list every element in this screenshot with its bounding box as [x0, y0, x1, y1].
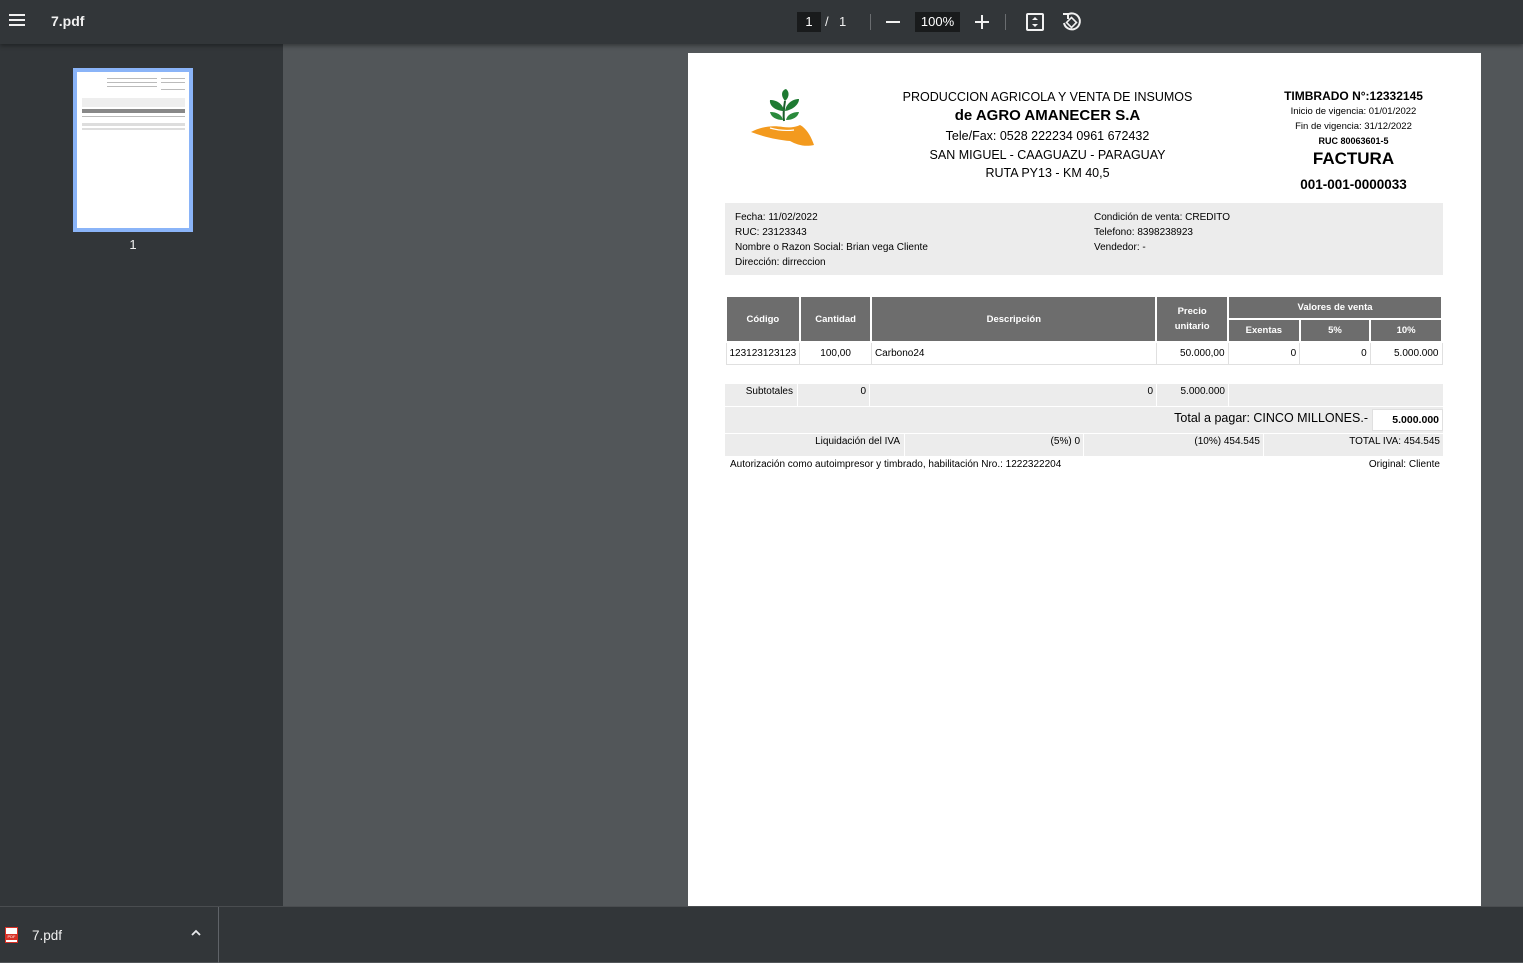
toolbar-divider	[1005, 14, 1006, 30]
chevron-up-icon[interactable]	[188, 925, 204, 941]
iva-label: Liquidación del IVA	[725, 434, 904, 456]
items-table: Código Cantidad Descripción Precio unita…	[725, 295, 1443, 365]
company-activity: PRODUCCION AGRICOLA Y VENTA DE INSUMOS	[902, 90, 1193, 104]
header-codigo: Código	[725, 295, 801, 343]
menu-icon[interactable]	[7, 11, 27, 31]
client-direccion: Dirección: dirreccion	[735, 257, 826, 268]
cell-codigo: 123123123123	[725, 341, 801, 365]
header-exentas: Exentas	[1227, 318, 1301, 343]
timbrado-block: TIMBRADO N°:12332145 Inicio de vigencia:…	[1260, 88, 1447, 201]
thumbnail-label: 1	[129, 237, 137, 252]
iva-total: TOTAL IVA: 454.545	[1264, 434, 1443, 456]
client-nombre: Nombre o Razon Social: Brian vega Client…	[735, 242, 928, 253]
page-separator: /	[825, 14, 829, 29]
vigencia-inicio: Inicio de vigencia: 01/01/2022	[1290, 106, 1417, 117]
iva-row: Liquidación del IVA (5%) 0 (10%) 454.545…	[725, 434, 1443, 456]
subtotal-exentas: 0	[798, 384, 869, 406]
autorizacion-text: Autorización como autoimpresor y timbrad…	[730, 459, 1062, 470]
fit-page-button[interactable]	[1023, 10, 1047, 34]
company-name: de AGRO AMANECER S.A	[954, 107, 1141, 124]
pdf-file-icon: PDF	[5, 927, 18, 943]
file-title: 7.pdf	[51, 13, 85, 29]
doc-type: FACTURA	[1312, 149, 1395, 168]
header-10: 10%	[1369, 318, 1443, 343]
minus-icon	[886, 21, 900, 23]
pdf-page: PRODUCCION AGRICOLA Y VENTA DE INSUMOS d…	[688, 53, 1481, 906]
zoom-out-button[interactable]	[881, 10, 905, 34]
cell-cantidad: 100,00	[799, 341, 872, 365]
company-location: SAN MIGUEL - CAAGUAZU - PARAGUAY	[929, 148, 1166, 162]
company-header: PRODUCCION AGRICOLA Y VENTA DE INSUMOS d…	[865, 88, 1230, 183]
client-ruc: RUC: 23123343	[735, 227, 807, 238]
leaf-hand-logo-icon	[751, 89, 814, 146]
company-phone: Tele/Fax: 0528 222234 0961 672432	[945, 129, 1150, 143]
timbrado-number: TIMBRADO N°:12332145	[1284, 89, 1423, 103]
subtotals-row: Subtotales 0 0 5.000.000	[725, 384, 1443, 406]
vigencia-fin: Fin de vigencia: 31/12/2022	[1295, 121, 1412, 132]
toolbar-divider	[870, 14, 871, 30]
client-info: Fecha: 11/02/2022 RUC: 23123343 Nombre o…	[725, 203, 1443, 275]
pdf-toolbar: 7.pdf 1 / 1 100%	[0, 0, 1523, 44]
cell-10: 5.000.000	[1369, 341, 1443, 365]
client-condicion: Condición de venta: CREDITO	[1094, 212, 1230, 223]
total-row: Total a pagar: CINCO MILLONES.- 5.000.00…	[725, 407, 1443, 433]
cell-5: 0	[1299, 341, 1371, 365]
plus-icon	[975, 15, 989, 29]
iva-10: (10%) 454.545	[1084, 434, 1263, 456]
page-thumbnail[interactable]	[73, 68, 193, 232]
cell-exentas: 0	[1227, 341, 1301, 365]
rotate-icon	[1063, 12, 1081, 31]
rotate-button[interactable]	[1059, 10, 1083, 34]
header-valores-venta: Valores de venta	[1227, 295, 1443, 320]
client-fecha: Fecha: 11/02/2022	[735, 212, 818, 223]
client-telefono: Telefono: 8398238923	[1094, 227, 1193, 238]
page-number-input[interactable]: 1	[797, 12, 821, 32]
cell-descripcion: Carbono24	[870, 341, 1157, 365]
header-precio: Precio unitario	[1155, 295, 1230, 343]
header-descripcion: Descripción	[870, 295, 1158, 343]
ruc-emisor: RUC 80063601-5	[1318, 136, 1389, 146]
total-value: 5.000.000	[1372, 409, 1443, 431]
download-item[interactable]: PDF 7.pdf	[0, 907, 219, 963]
download-bar: PDF 7.pdf	[0, 906, 1523, 963]
subtotales-label: Subtotales	[725, 384, 797, 406]
original-text: Original: Cliente	[1368, 459, 1440, 470]
subtotal-10: 5.000.000	[1157, 384, 1228, 406]
client-vendedor: Vendedor: -	[1094, 242, 1146, 253]
subtotal-5: 0	[870, 384, 1156, 406]
header-5: 5%	[1298, 318, 1372, 343]
fit-page-icon	[1026, 13, 1044, 31]
page-total: 1	[839, 14, 847, 29]
zoom-input[interactable]: 100%	[915, 12, 960, 32]
total-label: Total a pagar: CINCO MILLONES.-	[1174, 411, 1368, 425]
thumbnail-sidebar: 1	[0, 44, 283, 906]
company-route: RUTA PY13 - KM 40,5	[985, 166, 1110, 180]
zoom-in-button[interactable]	[970, 10, 994, 34]
iva-5: (5%) 0	[905, 434, 1083, 456]
download-file-name: 7.pdf	[32, 928, 63, 943]
cell-precio: 50.000,00	[1155, 341, 1229, 365]
subtotal-empty	[1229, 384, 1443, 406]
header-cantidad: Cantidad	[798, 295, 873, 343]
doc-number: 001-001-0000033	[1300, 177, 1407, 192]
table-row: 123123123123 100,00 Carbono24 50.000,00 …	[725, 341, 1443, 365]
